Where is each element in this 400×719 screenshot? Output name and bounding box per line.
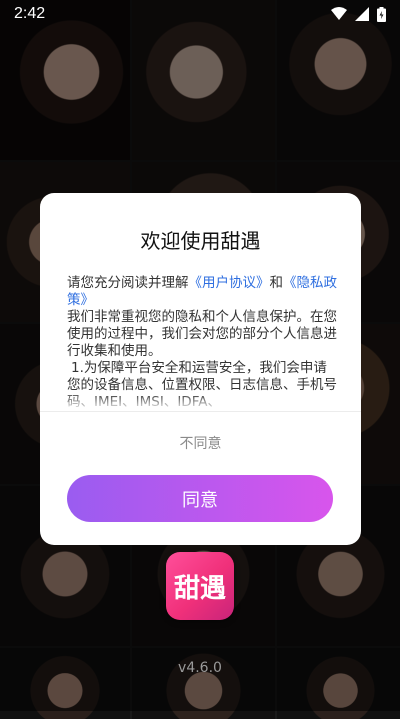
intro-text: 请您充分阅读并理解 xyxy=(67,275,189,291)
wifi-icon xyxy=(331,7,347,20)
dialog-paragraph-2: 我们非常重视您的隐私和个人信息保护。在您使用的过程中，我们会对您的部分个人信息进… xyxy=(67,309,337,359)
dialog-body[interactable]: 请您充分阅读并理解《用户协议》和《隐私政策》 我们非常重视您的隐私和个人信息保护… xyxy=(67,275,339,410)
divider xyxy=(40,411,361,412)
body-fade xyxy=(40,393,361,411)
privacy-dialog: 欢迎使用甜遇 请您充分阅读并理解《用户协议》和《隐私政策》 我们非常重视您的隐私… xyxy=(40,193,361,545)
app-logo-icon: 甜遇 xyxy=(166,552,234,620)
battery-icon xyxy=(377,6,386,22)
dialog-title: 欢迎使用甜遇 xyxy=(140,229,261,253)
disagree-button[interactable]: 不同意 xyxy=(40,425,361,461)
and-text: 和 xyxy=(269,275,284,291)
status-bar: 2:42 xyxy=(0,0,400,28)
app-version: v4.6.0 xyxy=(178,660,222,676)
status-icons xyxy=(331,6,386,22)
signal-icon xyxy=(355,7,369,21)
user-agreement-link[interactable]: 《用户协议》 xyxy=(189,275,270,291)
app-logo-text: 甜遇 xyxy=(173,573,226,604)
status-time: 2:42 xyxy=(14,5,46,22)
agree-button[interactable]: 同意 xyxy=(67,475,333,522)
dialog-intro-paragraph: 请您充分阅读并理解《用户协议》和《隐私政策》 xyxy=(67,275,339,309)
